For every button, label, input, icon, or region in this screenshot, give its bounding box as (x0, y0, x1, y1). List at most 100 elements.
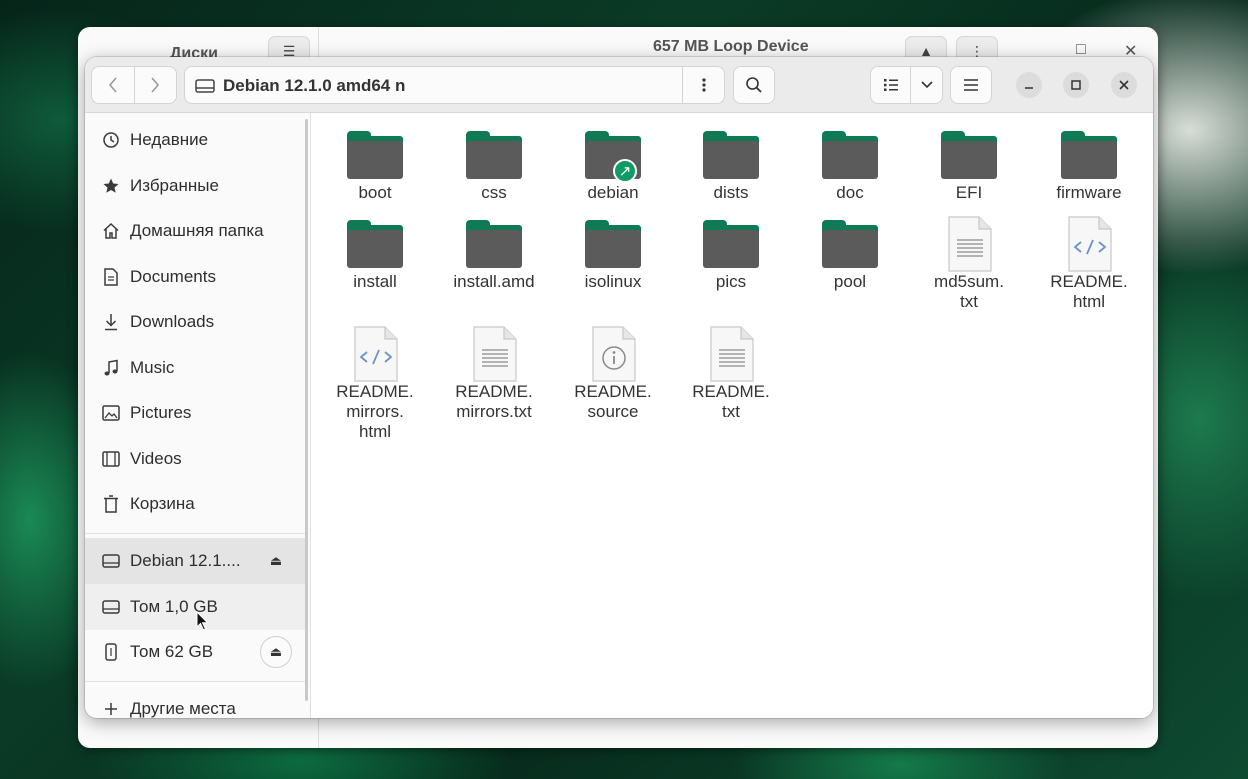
folder-link-item[interactable]: ↗ debian (563, 121, 663, 203)
sidebar-item-videos[interactable]: Videos (85, 436, 307, 482)
folder-item[interactable]: doc (800, 121, 900, 203)
file-name: firmware (1056, 183, 1122, 202)
folder-icon (466, 131, 522, 179)
sidebar-item-downloads[interactable]: Downloads (85, 299, 307, 345)
view-switcher (870, 66, 943, 104)
sidebar: Недавние Избранные Домашняя папка Docume… (85, 113, 311, 718)
sidebar-item-pictures[interactable]: Pictures (85, 390, 307, 436)
search-icon (746, 77, 762, 93)
folder-item[interactable]: dists (681, 121, 781, 203)
path-menu-button[interactable] (682, 67, 724, 103)
symlink-arrow-icon: ↗ (613, 159, 637, 183)
eject-icon[interactable]: ⏏ (260, 545, 292, 577)
chevron-down-icon (921, 81, 933, 89)
plus-icon (101, 699, 121, 718)
file-grid: boot css ↗ debian dists doc EFI firmware (312, 113, 1153, 718)
file-name: README. mirrors.txt (455, 382, 533, 421)
back-button[interactable] (92, 67, 134, 103)
list-view-button[interactable] (871, 67, 910, 103)
file-name: boot (358, 183, 392, 202)
file-name: doc (836, 183, 864, 202)
close-button[interactable] (1111, 72, 1137, 98)
folder-icon (585, 220, 641, 268)
forward-button[interactable] (133, 67, 176, 103)
file-name: debian (587, 183, 639, 202)
sidebar-item-label: Другие места (130, 699, 236, 718)
file-name: EFI (955, 183, 983, 202)
folder-icon (347, 220, 403, 268)
text-file-icon (473, 326, 517, 382)
file-name: dists (713, 183, 749, 202)
sidebar-item-home[interactable]: Домашняя папка (85, 208, 307, 254)
html-file-icon (1068, 216, 1112, 272)
sidebar-separator (85, 533, 307, 534)
folder-icon (703, 220, 759, 268)
sidebar-device-volume-62gb[interactable]: Том 62 GB ⏏ (85, 629, 307, 675)
sidebar-item-starred[interactable]: Избранные (85, 163, 307, 209)
folder-item[interactable]: firmware (1039, 121, 1139, 203)
files-window: Debian 12.1.0 amd64 n Недавние Избранные… (85, 57, 1153, 718)
folder-icon (703, 131, 759, 179)
info-file-icon (592, 326, 636, 382)
search-button[interactable] (733, 66, 775, 104)
sidebar-item-label: Избранные (130, 176, 219, 195)
sidebar-item-label: Downloads (130, 312, 215, 331)
folder-icon (822, 131, 878, 179)
eject-icon[interactable]: ⏏ (260, 636, 292, 668)
sidebar-item-trash[interactable]: Корзина (85, 481, 307, 527)
star-icon (101, 176, 121, 196)
sidebar-item-label: Том 62 GB (130, 642, 214, 661)
navigation-buttons (91, 66, 177, 104)
file-name: css (481, 183, 507, 202)
view-options-button[interactable] (910, 67, 942, 103)
sidebar-item-label: Documents (130, 267, 216, 286)
path-label[interactable]: Debian 12.1.0 amd64 n (223, 76, 405, 96)
download-icon (101, 312, 121, 332)
folder-item[interactable]: EFI (919, 121, 1019, 203)
folder-item[interactable]: install (325, 210, 425, 292)
folder-icon (941, 131, 997, 179)
maximize-icon (1071, 80, 1081, 90)
file-name: md5sum. txt (934, 272, 1004, 311)
folder-icon (1061, 131, 1117, 179)
folder-icon (347, 131, 403, 179)
sidebar-item-label: Pictures (130, 403, 192, 422)
folder-item[interactable]: boot (325, 121, 425, 203)
minimize-icon (1025, 87, 1033, 89)
file-item[interactable]: README. mirrors.txt (444, 320, 544, 422)
folder-item[interactable]: pics (681, 210, 781, 292)
minimize-button[interactable] (1016, 72, 1042, 98)
mouse-cursor-icon (196, 611, 209, 631)
file-item[interactable]: README. mirrors. html (325, 320, 425, 442)
sidebar-item-label: Videos (130, 449, 182, 468)
sidebar-item-music[interactable]: Music (85, 345, 307, 391)
file-name: install.amd (453, 272, 535, 291)
sidebar-device-volume-1gb[interactable]: Том 1,0 GB (85, 584, 307, 631)
drive-icon (195, 78, 215, 99)
file-item[interactable]: README. txt (681, 320, 781, 422)
hamburger-icon (964, 79, 978, 91)
sidebar-item-other-places[interactable]: Другие места (85, 686, 307, 718)
folder-item[interactable]: pool (800, 210, 900, 292)
sidebar-item-recent[interactable]: Недавние (85, 117, 307, 163)
disks-device-title: 657 MB Loop Device (653, 38, 809, 55)
main-menu-button[interactable] (950, 66, 992, 104)
file-name: pics (715, 272, 747, 291)
path-bar[interactable]: Debian 12.1.0 amd64 n (184, 66, 725, 104)
sidebar-scrollbar[interactable] (305, 119, 308, 701)
folder-item[interactable]: css (444, 121, 544, 203)
sidebar-device-debian[interactable]: Debian 12.1.... ⏏ (85, 538, 307, 584)
file-item[interactable]: README. source (563, 320, 663, 422)
chevron-left-icon (108, 77, 117, 93)
file-item[interactable]: md5sum. txt (919, 210, 1019, 312)
folder-item[interactable]: install.amd (444, 210, 544, 292)
sidebar-item-documents[interactable]: Documents (85, 254, 307, 300)
trash-icon (101, 494, 121, 514)
list-view-icon (883, 79, 898, 91)
file-name: install (353, 272, 397, 291)
maximize-button[interactable] (1063, 72, 1089, 98)
sidebar-item-label: Домашняя папка (130, 221, 264, 240)
file-item[interactable]: README. html (1039, 210, 1139, 312)
folder-item[interactable]: isolinux (563, 210, 663, 292)
sidebar-item-label: Недавние (130, 130, 209, 149)
